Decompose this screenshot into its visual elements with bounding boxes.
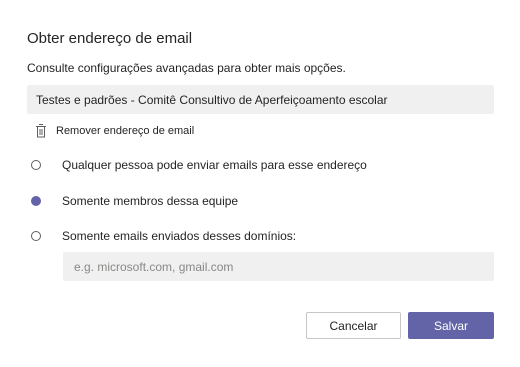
dialog-subtitle: Consulte configurações avançadas para ob…: [27, 61, 346, 75]
option-anyone-label: Qualquer pessoa pode enviar emails para …: [62, 158, 367, 172]
option-domains-only-label: Somente emails enviados desses domínios:: [62, 229, 297, 243]
email-address-display: Testes e padrões - Comitê Consultivo de …: [27, 85, 494, 114]
trash-icon: [35, 123, 47, 139]
remove-email-address-button[interactable]: Remover endereço de email: [35, 121, 194, 141]
save-button[interactable]: Salvar: [408, 312, 494, 339]
radio-anyone[interactable]: [31, 160, 41, 170]
option-domains-only[interactable]: Somente emails enviados desses domínios:: [31, 229, 296, 243]
dialog-title: Obter endereço de email: [27, 30, 193, 47]
remove-email-address-label: Remover endereço de email: [56, 125, 195, 137]
radio-team-members-only[interactable]: [31, 196, 41, 206]
option-anyone[interactable]: Qualquer pessoa pode enviar emails para …: [31, 158, 367, 172]
get-email-address-dialog: Obter endereço de email Consulte configu…: [0, 0, 520, 367]
cancel-button[interactable]: Cancelar: [306, 312, 401, 339]
option-team-members-only[interactable]: Somente membros dessa equipe: [31, 194, 238, 208]
allowed-domains-input[interactable]: [63, 252, 494, 281]
option-team-members-only-label: Somente membros dessa equipe: [62, 194, 239, 208]
radio-domains-only[interactable]: [31, 231, 41, 241]
